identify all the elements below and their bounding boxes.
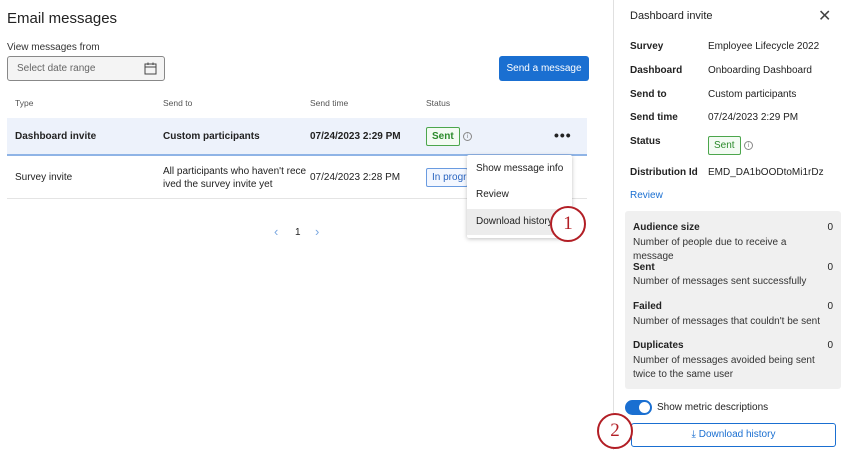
toggle-label: Show metric descriptions <box>657 402 769 413</box>
calendar-icon <box>144 62 157 75</box>
field-value: Employee Lifecycle 2022 <box>708 41 820 52</box>
metric-description: Number of messages avoided being sent tw… <box>633 355 815 380</box>
metric-label: Failed <box>633 301 662 312</box>
send-time-cell: 07/24/2023 2:28 PM <box>310 172 401 183</box>
status-badge: Sent <box>426 127 460 146</box>
details-panel: Dashboard invite ✕ Survey Employee Lifec… <box>613 0 850 450</box>
metric-value: 0 <box>827 340 833 351</box>
header-send-time: Send time <box>310 98 349 108</box>
email-messages-page: Email messages View messages from Select… <box>0 0 613 450</box>
field-label: Send time <box>630 112 678 123</box>
more-options-icon[interactable]: ••• <box>554 127 572 143</box>
download-history-label: Download history <box>698 429 776 440</box>
metric-label: Audience size <box>633 222 700 233</box>
field-value: EMD_DA1bOODtoMi1rDz <box>708 167 824 178</box>
info-icon[interactable]: i <box>463 132 472 141</box>
send-message-button[interactable]: Send a message <box>499 56 589 81</box>
panel-title: Dashboard invite <box>630 10 713 22</box>
callout-2: 2 <box>597 413 633 449</box>
table-row[interactable]: Dashboard invite Custom participants 07/… <box>7 118 587 156</box>
prev-page-icon[interactable]: ‹ <box>274 224 278 239</box>
status-badge: In progress <box>426 168 468 187</box>
field-label: Distribution Id <box>630 167 698 178</box>
metric-label: Duplicates <box>633 340 684 351</box>
page-title: Email messages <box>7 10 118 27</box>
field-label: Status <box>630 136 661 147</box>
metric-description: Number of people due to receive a messag… <box>633 237 787 262</box>
send-to-cell: Custom participants <box>163 131 260 142</box>
info-icon[interactable]: i <box>744 141 753 150</box>
menu-item-review[interactable]: Review <box>467 182 572 208</box>
header-send-to: Send to <box>163 98 193 108</box>
date-filter-label: View messages from <box>7 42 100 53</box>
menu-item-show-message-info[interactable]: Show message info <box>467 156 572 182</box>
review-link[interactable]: Review <box>630 190 663 201</box>
page-number[interactable]: 1 <box>295 227 301 238</box>
metric-value: 0 <box>827 262 833 273</box>
download-icon: ⤓ <box>691 429 696 440</box>
metric-description: Number of messages that couldn't be sent <box>633 316 821 327</box>
metric-value: 0 <box>827 222 833 233</box>
send-to-cell: All participants who haven't rece ived th… <box>163 165 306 191</box>
callout-1: 1 <box>550 206 586 242</box>
header-type: Type <box>15 98 34 108</box>
field-label: Survey <box>630 41 664 52</box>
field-label: Send to <box>630 89 667 100</box>
field-value: 07/24/2023 2:29 PM <box>708 112 799 123</box>
send-to-line: All participants who haven't rece <box>163 166 307 177</box>
metrics-box: Audience size 0 Number of people due to … <box>625 211 841 389</box>
send-to-line: ived the survey invite yet <box>163 179 273 190</box>
download-history-button[interactable]: ⤓ Download history <box>631 423 836 447</box>
field-value: Custom participants <box>708 89 797 100</box>
field-value: Onboarding Dashboard <box>708 65 812 76</box>
type-cell: Survey invite <box>15 172 73 183</box>
type-cell: Dashboard invite <box>15 131 97 142</box>
metric-value: 0 <box>827 301 833 312</box>
status-badge: Sent <box>708 136 741 155</box>
metric-label: Sent <box>633 262 655 273</box>
date-range-placeholder: Select date range <box>17 63 96 74</box>
close-icon[interactable]: ✕ <box>818 6 831 26</box>
next-page-icon[interactable]: › <box>315 224 319 239</box>
send-time-cell: 07/24/2023 2:29 PM <box>310 131 401 142</box>
metric-description: Number of messages sent successfully <box>633 276 807 287</box>
metric-descriptions-toggle[interactable] <box>625 400 652 415</box>
header-status: Status <box>426 98 451 108</box>
date-range-input[interactable]: Select date range <box>7 56 165 81</box>
field-label: Dashboard <box>630 65 683 76</box>
